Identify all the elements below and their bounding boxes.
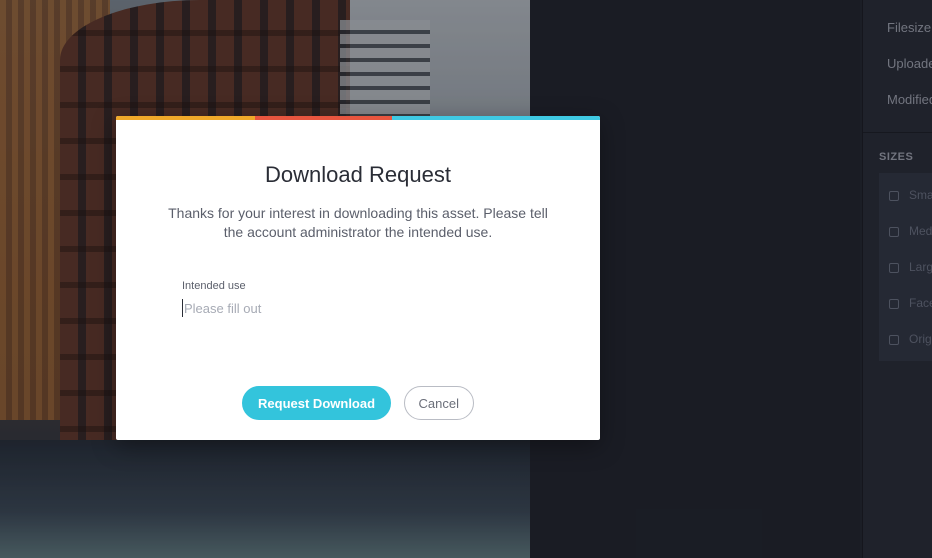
modal-title: Download Request bbox=[265, 162, 451, 187]
accent-segment bbox=[392, 116, 600, 120]
cancel-button[interactable]: Cancel bbox=[403, 386, 474, 420]
modal-description: Thanks for your interest in downloading … bbox=[168, 205, 548, 240]
accent-segment bbox=[116, 116, 255, 120]
accent-segment bbox=[255, 116, 392, 120]
download-request-dialog: Download Request Thanks for your interes… bbox=[116, 116, 600, 440]
intended-use-field: Intended use bbox=[182, 280, 542, 318]
intended-use-input[interactable] bbox=[182, 299, 534, 317]
modal-actions: Request Download Cancel bbox=[116, 386, 600, 420]
modal-accent-bar bbox=[116, 116, 600, 120]
intended-use-label: Intended use bbox=[182, 280, 246, 292]
request-download-button[interactable]: Request Download bbox=[242, 386, 392, 420]
